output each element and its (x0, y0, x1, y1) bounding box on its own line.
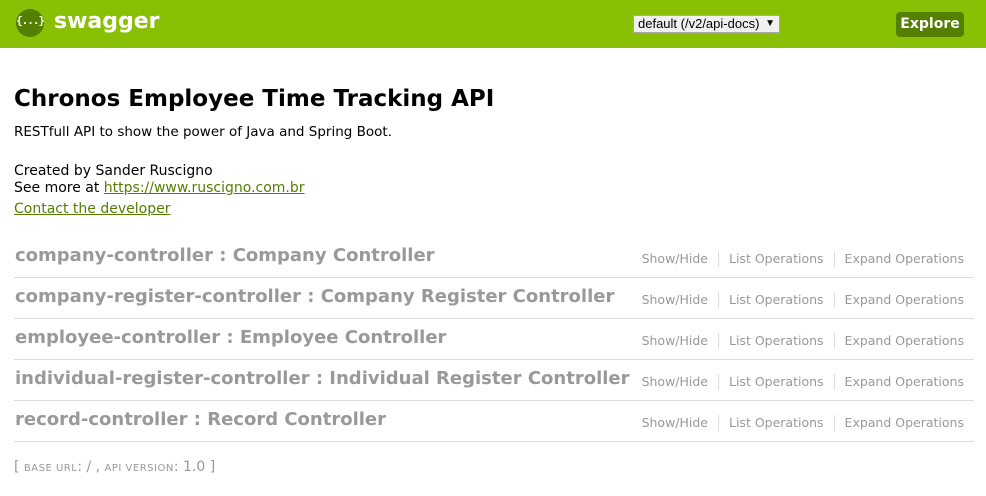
api-version-value: : 1.0 (173, 459, 210, 475)
dropdown-arrow-icon: ▼ (765, 18, 775, 29)
api-version-label: API VERSION (104, 463, 174, 474)
resource-operations: Show/Hide List Operations Expand Operati… (642, 292, 964, 308)
api-title: Chronos Employee Time Tracking API (14, 86, 495, 112)
expand-operations-link[interactable]: Expand Operations (845, 251, 964, 267)
resource-operations: Show/Hide List Operations Expand Operati… (642, 333, 964, 349)
brand-name[interactable]: swagger (54, 9, 160, 34)
show-hide-link[interactable]: Show/Hide (642, 374, 708, 390)
resource-employee-controller: employee-controller : Employee Controlle… (14, 319, 974, 360)
resource-individual-register-controller: individual-register-controller : Individ… (14, 360, 974, 401)
show-hide-link[interactable]: Show/Hide (642, 415, 708, 431)
expand-operations-link[interactable]: Expand Operations (845, 415, 964, 431)
list-operations-link[interactable]: List Operations (729, 251, 824, 267)
resource-company-register-controller: company-register-controller : Company Re… (14, 278, 974, 319)
resource-heading[interactable]: individual-register-controller : Individ… (15, 368, 630, 389)
divider (833, 415, 835, 431)
website-link[interactable]: https://www.ruscigno.com.br (104, 180, 305, 196)
resource-heading[interactable]: employee-controller : Employee Controlle… (15, 327, 446, 348)
spec-select[interactable]: default (/v2/api-docs) ▼ (633, 15, 780, 33)
list-operations-link[interactable]: List Operations (729, 415, 824, 431)
see-more-prefix: See more at (14, 180, 104, 196)
spec-select-value: default (/v2/api-docs) (638, 16, 760, 31)
resource-operations: Show/Hide List Operations Expand Operati… (642, 415, 964, 431)
list-operations-link[interactable]: List Operations (729, 374, 824, 390)
swagger-logo-icon[interactable]: {...} (16, 9, 45, 37)
resource-heading[interactable]: record-controller : Record Controller (15, 409, 386, 430)
show-hide-link[interactable]: Show/Hide (642, 333, 708, 349)
divider (833, 374, 835, 390)
top-bar: {...} swagger default (/v2/api-docs) ▼ E… (0, 0, 986, 48)
divider (833, 333, 835, 349)
expand-operations-link[interactable]: Expand Operations (845, 292, 964, 308)
footer-close-bracket: ] (209, 459, 216, 475)
show-hide-link[interactable]: Show/Hide (642, 292, 708, 308)
base-url-label: BASE URL (23, 463, 78, 474)
resource-heading[interactable]: company-register-controller : Company Re… (15, 286, 614, 307)
divider (833, 292, 835, 308)
contact-developer-link[interactable]: Contact the developer (14, 201, 170, 218)
divider (718, 333, 719, 349)
resource-list: company-controller : Company Controller … (14, 237, 974, 442)
api-description: RESTfull API to show the power of Java a… (14, 124, 392, 140)
footer-open-bracket: [ (14, 459, 24, 475)
resource-operations: Show/Hide List Operations Expand Operati… (642, 251, 964, 267)
expand-operations-link[interactable]: Expand Operations (845, 374, 964, 390)
base-url-value: : / , (77, 459, 105, 475)
created-by: Created by Sander Ruscigno (14, 163, 213, 179)
list-operations-link[interactable]: List Operations (729, 333, 824, 349)
logo-glyph: {...} (16, 14, 45, 27)
show-hide-link[interactable]: Show/Hide (642, 251, 708, 267)
divider (718, 374, 719, 390)
resource-record-controller: record-controller : Record Controller Sh… (14, 401, 974, 442)
explore-button[interactable]: Explore (896, 12, 964, 37)
divider (718, 251, 719, 267)
list-operations-link[interactable]: List Operations (729, 292, 824, 308)
divider (718, 292, 719, 308)
resource-company-controller: company-controller : Company Controller … (14, 237, 974, 278)
see-more-line: See more at https://www.ruscigno.com.br (14, 180, 305, 197)
resource-operations: Show/Hide List Operations Expand Operati… (642, 374, 964, 390)
divider (833, 251, 835, 267)
divider (718, 415, 719, 431)
resource-heading[interactable]: company-controller : Company Controller (15, 245, 435, 266)
api-footer: [ BASE URL: / , API VERSION: 1.0 ] (14, 459, 215, 475)
expand-operations-link[interactable]: Expand Operations (845, 333, 964, 349)
